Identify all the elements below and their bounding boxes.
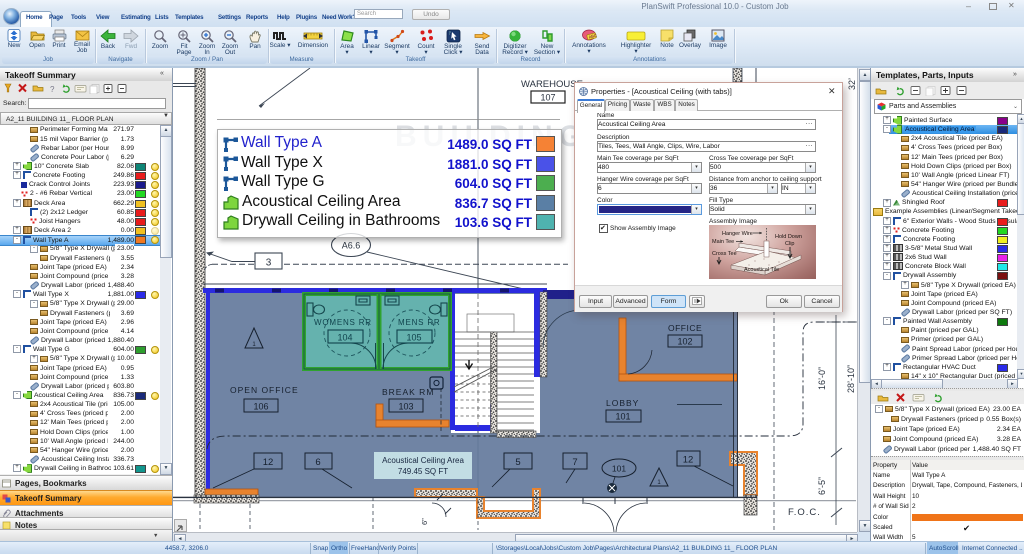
svg-text:102: 102	[677, 337, 692, 347]
svg-text:BREAK RM: BREAK RM	[382, 387, 434, 397]
svg-text:F.O.C.: F.O.C.	[788, 507, 821, 518]
svg-text:MENS RR: MENS RR	[398, 318, 441, 327]
svg-text:Cross Tee: Cross Tee	[712, 251, 737, 257]
svg-text:12: 12	[263, 457, 274, 468]
svg-text:16’-0”: 16’-0”	[817, 367, 827, 390]
svg-text:5: 5	[515, 457, 520, 468]
svg-text:Clip: Clip	[785, 241, 794, 247]
svg-text:105: 105	[406, 333, 421, 343]
svg-text:28’-10”: 28’-10”	[846, 365, 856, 393]
svg-text:A6.6: A6.6	[342, 241, 361, 251]
svg-text:OFFICE: OFFICE	[668, 323, 702, 333]
svg-text:WOMENS RR: WOMENS RR	[314, 318, 372, 327]
svg-text:103: 103	[398, 402, 413, 412]
svg-text:LOBBY: LOBBY	[606, 398, 639, 408]
svg-text:32’: 32’	[847, 78, 857, 90]
svg-text:3: 3	[266, 258, 272, 269]
svg-text:6": 6"	[420, 518, 429, 525]
svg-text:12: 12	[683, 455, 694, 466]
svg-text:Acoustical Tile: Acoustical Tile	[744, 267, 779, 273]
svg-text:OPEN OFFICE: OPEN OFFICE	[230, 385, 299, 395]
svg-text:Main Tee: Main Tee	[712, 239, 734, 245]
svg-text:107: 107	[540, 93, 555, 103]
svg-text:ABC: ABC	[588, 33, 597, 40]
svg-text:106: 106	[253, 402, 268, 412]
svg-text:101: 101	[615, 412, 630, 422]
svg-text:749.45 SQ FT: 749.45 SQ FT	[398, 467, 448, 476]
svg-text:7: 7	[572, 457, 577, 468]
svg-text:Hold Down: Hold Down	[775, 234, 802, 240]
svg-text:6’-5”: 6’-5”	[817, 477, 827, 495]
svg-text:Hanger Wire: Hanger Wire	[722, 231, 753, 237]
svg-text:101: 101	[612, 464, 626, 474]
svg-text:?: ?	[50, 85, 55, 94]
svg-text:Acoustical Ceiling Area: Acoustical Ceiling Area	[382, 456, 464, 465]
svg-text:6: 6	[315, 457, 320, 468]
svg-text:104: 104	[337, 333, 352, 343]
